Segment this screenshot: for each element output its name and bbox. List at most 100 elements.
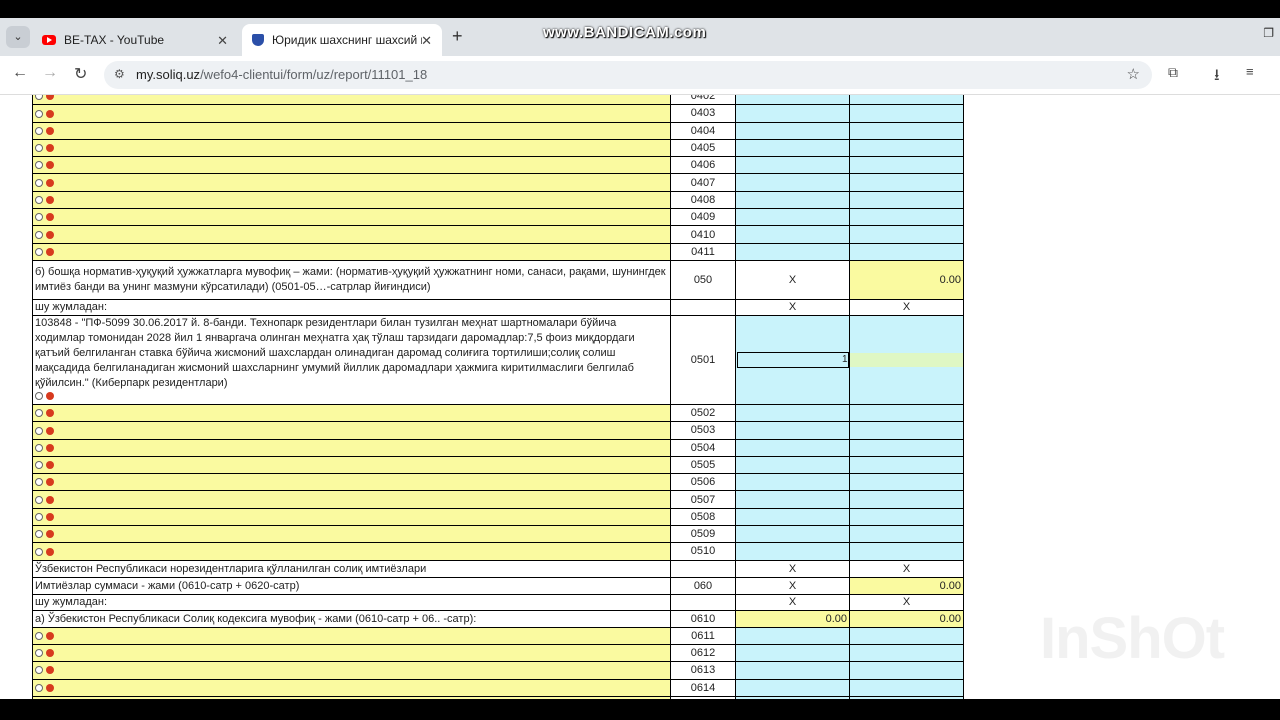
media-control-icon[interactable]: ≡	[1246, 64, 1254, 79]
delete-row-icon[interactable]	[46, 443, 54, 452]
value-cell[interactable]	[735, 490, 850, 509]
value-cell[interactable]	[735, 242, 850, 261]
value-cell[interactable]	[849, 314, 964, 405]
add-row-icon[interactable]	[35, 213, 43, 222]
add-row-icon[interactable]	[35, 392, 43, 401]
add-row-icon[interactable]	[35, 530, 43, 539]
add-row-icon[interactable]	[35, 461, 43, 470]
value-cell[interactable]	[849, 643, 964, 663]
value-cell[interactable]	[735, 525, 850, 544]
add-row-icon[interactable]	[35, 478, 43, 487]
value-cell[interactable]	[735, 403, 850, 423]
value-cell[interactable]	[735, 138, 850, 158]
tab-soliq[interactable]: Юридик шахснинг шахсий кабинети ✕	[242, 24, 442, 56]
add-row-icon[interactable]	[35, 426, 43, 435]
new-tab-button[interactable]: +	[452, 26, 463, 47]
add-row-icon[interactable]	[35, 631, 43, 640]
value-cell[interactable]	[849, 678, 964, 697]
close-tab-icon[interactable]: ✕	[421, 33, 432, 49]
delete-row-icon[interactable]	[46, 631, 54, 640]
add-row-icon[interactable]	[35, 547, 43, 556]
delete-row-icon[interactable]	[46, 95, 54, 101]
add-row-icon[interactable]	[35, 247, 43, 256]
value-cell[interactable]	[735, 225, 850, 244]
add-row-icon[interactable]	[35, 495, 43, 504]
delete-row-icon[interactable]	[46, 392, 54, 401]
delete-row-icon[interactable]	[46, 213, 54, 222]
delete-row-icon[interactable]	[46, 144, 54, 153]
add-row-icon[interactable]	[35, 649, 43, 658]
address-bar[interactable]: ⚙ my.soliq.uz/wefo4-clientui/form/uz/rep…	[104, 61, 1152, 89]
value-cell[interactable]	[849, 173, 964, 192]
add-row-icon[interactable]	[35, 666, 43, 675]
value-cell[interactable]	[735, 95, 850, 106]
value-cell[interactable]	[849, 438, 964, 457]
delete-row-icon[interactable]	[46, 178, 54, 187]
delete-row-icon[interactable]	[46, 461, 54, 470]
value-cell[interactable]	[735, 473, 850, 492]
value-cell[interactable]	[735, 661, 850, 680]
value-cell[interactable]	[849, 95, 964, 106]
delete-row-icon[interactable]	[46, 530, 54, 539]
close-tab-icon[interactable]: ✕	[217, 33, 228, 49]
value-cell[interactable]	[849, 542, 964, 561]
back-icon[interactable]: ←	[12, 64, 28, 82]
value-cell[interactable]	[849, 455, 964, 475]
extensions-icon[interactable]: ⧉	[1168, 64, 1178, 81]
delete-row-icon[interactable]	[46, 426, 54, 435]
add-row-icon[interactable]	[35, 443, 43, 452]
value-cell[interactable]	[849, 138, 964, 158]
forward-icon[interactable]: →	[42, 64, 58, 82]
delete-row-icon[interactable]	[46, 409, 54, 418]
value-cell[interactable]	[849, 473, 964, 492]
delete-row-icon[interactable]	[46, 666, 54, 675]
value-cell[interactable]	[849, 190, 964, 210]
add-row-icon[interactable]	[35, 178, 43, 187]
download-icon[interactable]: ⭳	[1214, 64, 1220, 91]
add-row-icon[interactable]	[35, 161, 43, 170]
delete-row-icon[interactable]	[46, 196, 54, 205]
add-row-icon[interactable]	[35, 683, 43, 692]
value-cell[interactable]	[849, 507, 964, 527]
value-cell[interactable]	[735, 121, 850, 140]
value-cell[interactable]	[735, 438, 850, 457]
value-cell[interactable]	[735, 678, 850, 697]
value-cell[interactable]	[849, 490, 964, 509]
value-cell[interactable]	[849, 525, 964, 544]
value-cell[interactable]	[735, 208, 850, 227]
value-cell[interactable]	[849, 403, 964, 423]
value-cell[interactable]: 1	[735, 314, 850, 405]
value-cell[interactable]	[735, 421, 850, 440]
value-cell[interactable]	[849, 121, 964, 140]
tab-search-button[interactable]: ⌄	[6, 26, 30, 48]
delete-row-icon[interactable]	[46, 230, 54, 239]
value-cell[interactable]	[849, 225, 964, 244]
value-cell[interactable]	[849, 626, 964, 645]
value-cell[interactable]	[849, 661, 964, 680]
active-input-field[interactable]: 1	[736, 351, 849, 368]
delete-row-icon[interactable]	[46, 247, 54, 256]
value-cell[interactable]	[849, 242, 964, 261]
value-cell[interactable]	[735, 643, 850, 663]
delete-row-icon[interactable]	[46, 649, 54, 658]
delete-row-icon[interactable]	[46, 126, 54, 135]
add-row-icon[interactable]	[35, 144, 43, 153]
value-cell[interactable]	[849, 104, 964, 123]
delete-row-icon[interactable]	[46, 683, 54, 692]
value-cell[interactable]	[735, 542, 850, 561]
add-row-icon[interactable]	[35, 109, 43, 118]
delete-row-icon[interactable]	[46, 478, 54, 487]
value-cell[interactable]	[735, 507, 850, 527]
value-cell[interactable]	[735, 173, 850, 192]
delete-row-icon[interactable]	[46, 495, 54, 504]
value-cell[interactable]	[735, 455, 850, 475]
add-row-icon[interactable]	[35, 196, 43, 205]
value-cell[interactable]	[849, 421, 964, 440]
tab-youtube[interactable]: BE-TAX - YouTube ✕	[32, 24, 238, 56]
value-cell[interactable]	[735, 190, 850, 210]
add-row-icon[interactable]	[35, 512, 43, 521]
bookmark-star-icon[interactable]: ☆	[1127, 65, 1140, 83]
value-cell[interactable]	[735, 104, 850, 123]
value-cell[interactable]	[735, 626, 850, 645]
delete-row-icon[interactable]	[46, 547, 54, 556]
